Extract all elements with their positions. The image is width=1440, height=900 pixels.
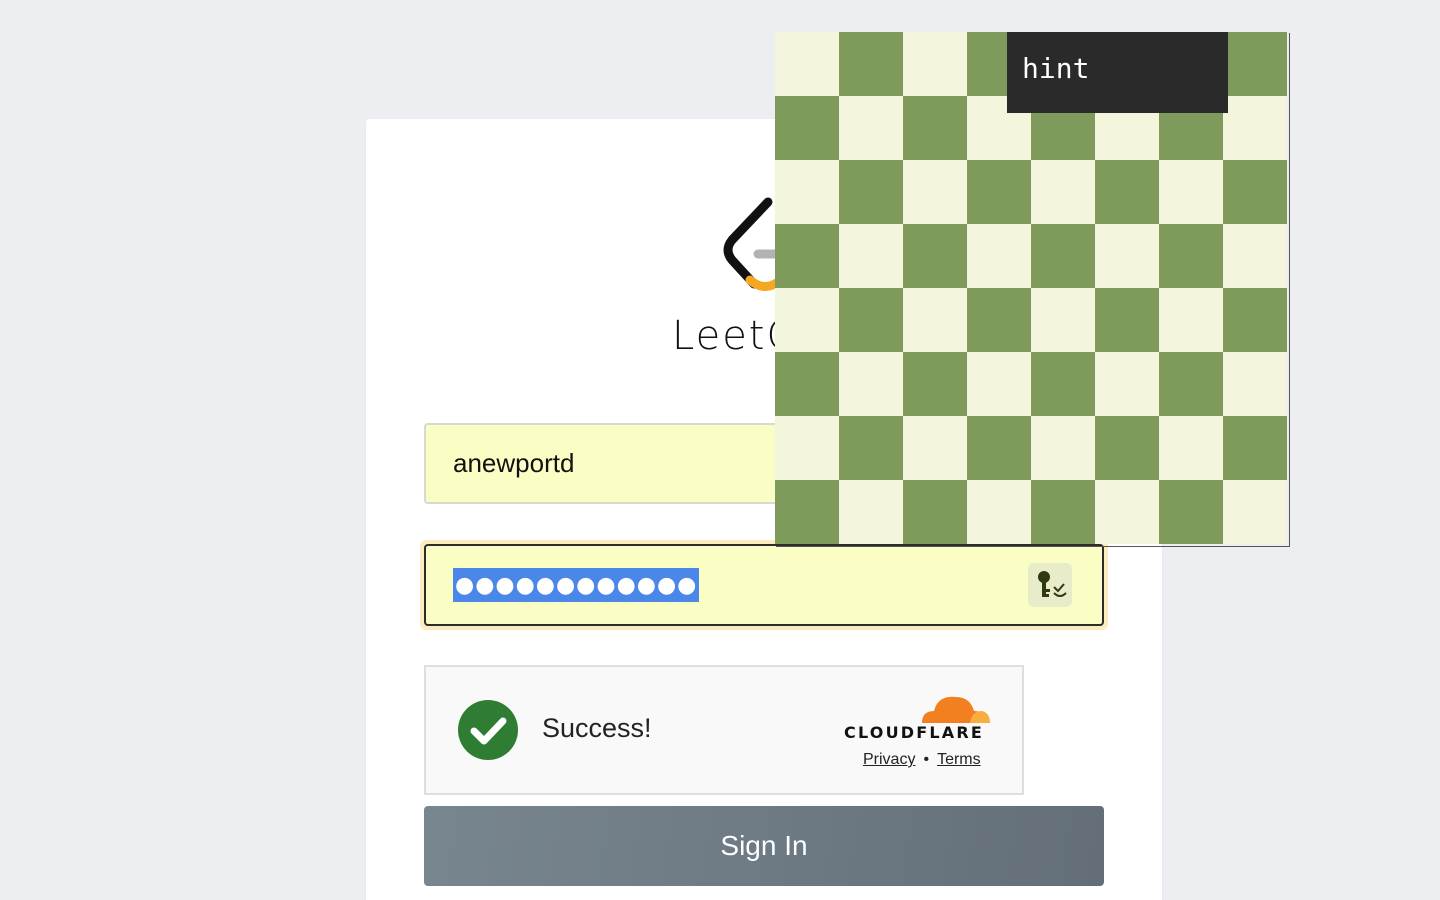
cloudflare-cloud-icon: [922, 696, 990, 723]
board-square[interactable]: [903, 288, 967, 352]
board-square[interactable]: [775, 352, 839, 416]
board-square[interactable]: [967, 288, 1031, 352]
board-square[interactable]: [1031, 480, 1095, 544]
board-square[interactable]: [903, 224, 967, 288]
board-square[interactable]: [839, 32, 903, 96]
board-square[interactable]: [775, 32, 839, 96]
hint-label: hint: [1022, 52, 1090, 85]
board-square[interactable]: [967, 352, 1031, 416]
check-circle-icon: [458, 700, 518, 760]
board-square[interactable]: [775, 160, 839, 224]
sign-in-button[interactable]: Sign In: [424, 806, 1104, 886]
board-square[interactable]: [1031, 352, 1095, 416]
page: LeetC anewportd ●●●●●●●●●●●● Success! CL…: [0, 0, 1440, 900]
privacy-link[interactable]: Privacy: [863, 751, 915, 769]
board-square[interactable]: [1223, 288, 1287, 352]
board-square[interactable]: [1223, 416, 1287, 480]
link-separator: •: [923, 751, 930, 768]
password-input[interactable]: ●●●●●●●●●●●●: [424, 544, 1104, 626]
board-square[interactable]: [775, 416, 839, 480]
board-square[interactable]: [1223, 32, 1287, 96]
board-square[interactable]: [839, 160, 903, 224]
board-square[interactable]: [1095, 416, 1159, 480]
board-square[interactable]: [1223, 480, 1287, 544]
board-square[interactable]: [1031, 160, 1095, 224]
board-square[interactable]: [839, 416, 903, 480]
board-square[interactable]: [1223, 160, 1287, 224]
board-square[interactable]: [1095, 160, 1159, 224]
cloudflare-turnstile-widget[interactable]: Success! CLOUDFLARE Privacy • Terms: [424, 665, 1024, 795]
board-square[interactable]: [775, 480, 839, 544]
cloudflare-links: Privacy • Terms: [863, 751, 981, 769]
board-square[interactable]: [839, 352, 903, 416]
username-value: anewportd: [453, 448, 575, 478]
board-square[interactable]: [967, 416, 1031, 480]
board-square[interactable]: [839, 288, 903, 352]
board-square[interactable]: [775, 224, 839, 288]
board-square[interactable]: [839, 224, 903, 288]
board-square[interactable]: [1223, 224, 1287, 288]
board-square[interactable]: [1095, 224, 1159, 288]
board-square[interactable]: [775, 288, 839, 352]
board-square[interactable]: [903, 96, 967, 160]
hint-button[interactable]: hint: [1007, 32, 1228, 113]
board-square[interactable]: [1095, 352, 1159, 416]
board-square[interactable]: [839, 96, 903, 160]
captcha-status-text: Success!: [542, 713, 652, 743]
board-square[interactable]: [1031, 224, 1095, 288]
board-square[interactable]: [1095, 480, 1159, 544]
board-square[interactable]: [903, 160, 967, 224]
board-square[interactable]: [1159, 288, 1223, 352]
board-square[interactable]: [1031, 288, 1095, 352]
board-square[interactable]: [967, 480, 1031, 544]
board-square[interactable]: [1095, 288, 1159, 352]
board-square[interactable]: [1159, 480, 1223, 544]
board-square[interactable]: [1223, 352, 1287, 416]
board-square[interactable]: [1159, 416, 1223, 480]
board-square[interactable]: [1159, 160, 1223, 224]
board-square[interactable]: [1159, 224, 1223, 288]
cloudflare-wordmark: CLOUDFLARE: [844, 723, 984, 742]
board-square[interactable]: [1223, 96, 1287, 160]
board-square[interactable]: [1031, 416, 1095, 480]
board-square[interactable]: [1159, 352, 1223, 416]
board-square[interactable]: [967, 160, 1031, 224]
board-square[interactable]: [903, 480, 967, 544]
board-square[interactable]: [903, 352, 967, 416]
terms-link[interactable]: Terms: [937, 751, 981, 769]
board-square[interactable]: [839, 480, 903, 544]
board-square[interactable]: [775, 96, 839, 160]
board-square[interactable]: [903, 416, 967, 480]
password-mask-selected: ●●●●●●●●●●●●: [453, 568, 700, 602]
key-check-icon[interactable]: [1028, 563, 1072, 607]
board-square[interactable]: [903, 32, 967, 96]
board-square[interactable]: [967, 224, 1031, 288]
